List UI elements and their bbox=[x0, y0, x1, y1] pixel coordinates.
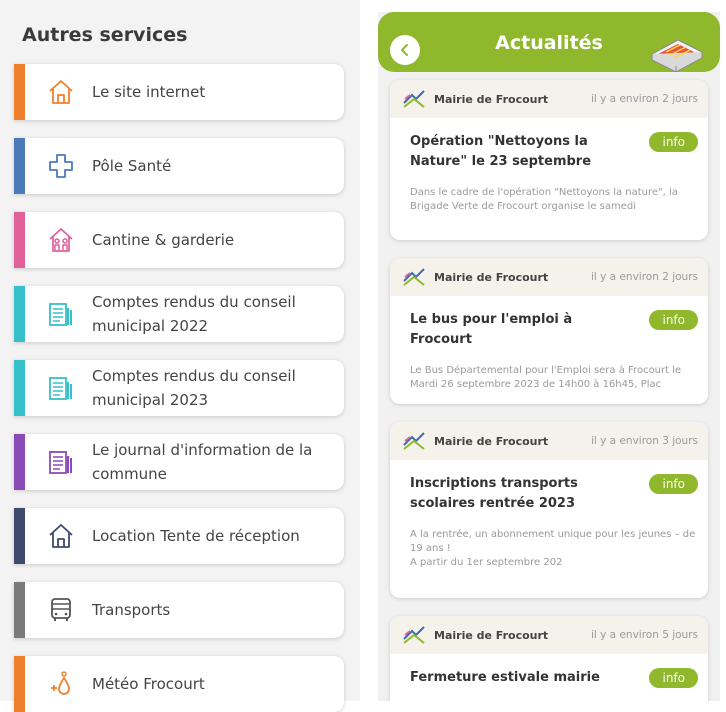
news-source: Mairie de Frocourt bbox=[434, 92, 549, 106]
news-excerpt: A la rentrée, un abonnement unique pour … bbox=[410, 529, 696, 568]
service-item-council-2023[interactable]: Comptes rendus du conseil municipal 2023 bbox=[14, 360, 344, 416]
news-source: Mairie de Frocourt bbox=[434, 434, 549, 448]
document-icon bbox=[46, 373, 76, 403]
bus-icon bbox=[46, 595, 76, 625]
news-title: Opération "Nettoyons la Nature" le 23 se… bbox=[410, 134, 592, 169]
house-icon bbox=[46, 521, 76, 551]
color-bar bbox=[14, 656, 25, 712]
mairie-logo-icon bbox=[403, 268, 425, 286]
news-header: Actualités bbox=[378, 12, 720, 73]
color-bar bbox=[14, 582, 25, 638]
service-item-tent-rental[interactable]: Location Tente de réception bbox=[14, 508, 344, 564]
news-card[interactable]: Mairie de Frocourt il y a environ 5 jour… bbox=[390, 616, 708, 701]
news-card[interactable]: Mairie de Frocourt il y a environ 3 jour… bbox=[390, 422, 708, 598]
service-label: Le site internet bbox=[92, 83, 206, 101]
news-card[interactable]: Mairie de Frocourt il y a environ 2 jour… bbox=[390, 258, 708, 404]
news-excerpt: Le Bus Départemental pour l'Emploi sera … bbox=[410, 365, 682, 390]
news-title: Fermeture estivale mairie bbox=[410, 670, 600, 685]
service-label: Comptes rendus du conseil municipal 2022 bbox=[92, 293, 296, 335]
service-item-health[interactable]: Pôle Santé bbox=[14, 138, 344, 194]
info-badge: info bbox=[649, 132, 698, 152]
news-card-header: Mairie de Frocourt il y a environ 5 jour… bbox=[390, 616, 708, 654]
news-title: Inscriptions transports scolaires rentré… bbox=[410, 476, 578, 511]
color-bar bbox=[14, 286, 25, 342]
news-source: Mairie de Frocourt bbox=[434, 270, 549, 284]
info-badge: info bbox=[649, 668, 698, 688]
document-icon bbox=[46, 299, 76, 329]
news-panel: Actualités Mairie de Frocourt il y a env… bbox=[378, 12, 720, 701]
news-time: il y a environ 5 jours bbox=[590, 629, 698, 641]
service-label: Le journal d'information de la commune bbox=[92, 441, 313, 483]
news-card-header: Mairie de Frocourt il y a environ 3 jour… bbox=[390, 422, 708, 460]
mairie-logo-icon bbox=[403, 626, 425, 644]
news-card-header: Mairie de Frocourt il y a environ 2 jour… bbox=[390, 80, 708, 118]
medical-cross-icon bbox=[46, 151, 76, 181]
service-item-journal[interactable]: Le journal d'information de la commune bbox=[14, 434, 344, 490]
color-bar bbox=[14, 360, 25, 416]
info-badge: info bbox=[649, 310, 698, 330]
service-item-website[interactable]: Le site internet bbox=[14, 64, 344, 120]
mairie-logo-icon bbox=[403, 432, 425, 450]
family-house-icon bbox=[46, 225, 76, 255]
color-bar bbox=[14, 64, 25, 120]
news-time: il y a environ 2 jours bbox=[590, 271, 698, 283]
mairie-logo-icon bbox=[403, 90, 425, 108]
service-label: Cantine & garderie bbox=[92, 231, 235, 249]
service-label: Comptes rendus du conseil municipal 2023 bbox=[92, 367, 296, 409]
document-icon bbox=[46, 447, 76, 477]
house-icon bbox=[46, 77, 76, 107]
service-label: Location Tente de réception bbox=[92, 527, 300, 545]
news-card[interactable]: Mairie de Frocourt il y a environ 2 jour… bbox=[390, 80, 708, 240]
other-services-panel: Autres services Le site internet Pôle Sa… bbox=[0, 0, 360, 712]
news-time: il y a environ 2 jours bbox=[590, 93, 698, 105]
news-excerpt: Dans le cadre de l'opération "Nettoyons … bbox=[410, 187, 678, 212]
service-label: Météo Frocourt bbox=[92, 675, 205, 693]
color-bar bbox=[14, 212, 25, 268]
service-item-council-2022[interactable]: Comptes rendus du conseil municipal 2022 bbox=[14, 286, 344, 342]
news-card-header: Mairie de Frocourt il y a environ 2 jour… bbox=[390, 258, 708, 296]
news-time: il y a environ 3 jours bbox=[590, 435, 698, 447]
color-bar bbox=[14, 508, 25, 564]
info-badge: info bbox=[649, 474, 698, 494]
news-source: Mairie de Frocourt bbox=[434, 628, 549, 642]
service-label: Transports bbox=[92, 601, 171, 619]
weather-drops-icon bbox=[46, 669, 76, 699]
service-item-weather[interactable]: Météo Frocourt bbox=[14, 656, 344, 712]
news-title: Le bus pour l'emploi à Frocourt bbox=[410, 312, 573, 347]
service-item-canteen[interactable]: Cantine & garderie bbox=[14, 212, 344, 268]
service-item-transports[interactable]: Transports bbox=[14, 582, 344, 638]
newspaper-illustration-icon bbox=[648, 32, 704, 76]
panel-title: Autres services bbox=[22, 24, 188, 46]
color-bar bbox=[14, 434, 25, 490]
color-bar bbox=[14, 138, 25, 194]
service-label: Pôle Santé bbox=[92, 157, 172, 175]
